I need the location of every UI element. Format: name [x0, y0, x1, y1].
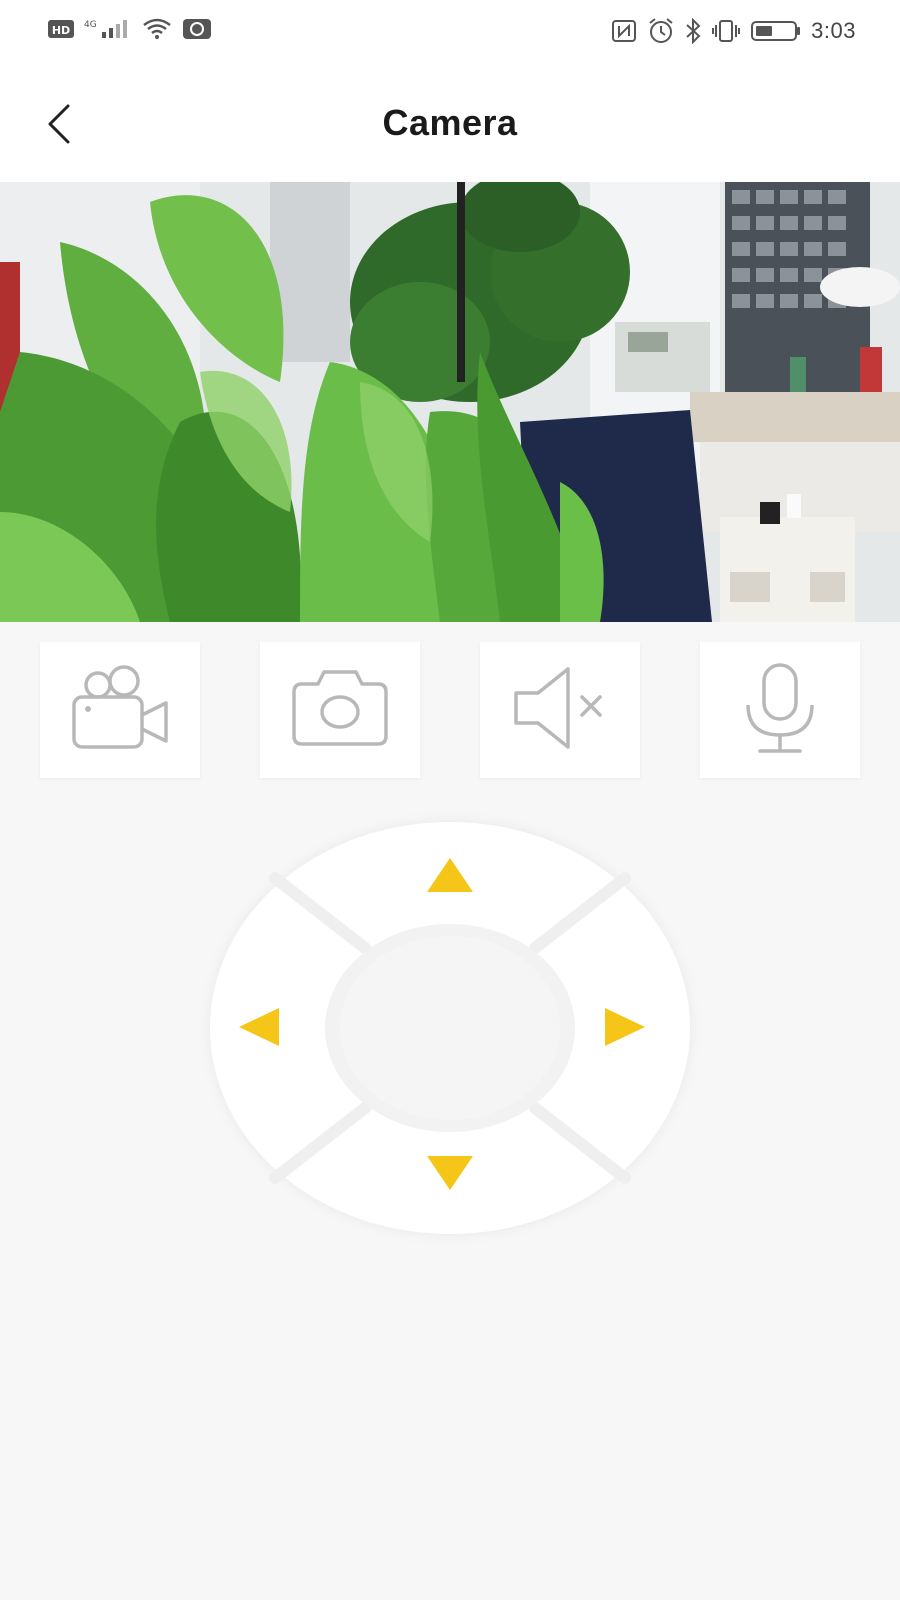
talk-button[interactable]: [700, 642, 860, 778]
status-time: 3:03: [811, 18, 856, 43]
bluetooth-icon: [685, 18, 701, 44]
svg-text:4G: 4G: [84, 20, 97, 30]
alarm-icon: [647, 18, 675, 44]
nfc-icon: [611, 19, 637, 43]
video-camera-icon: [68, 663, 172, 758]
speaker-muted-icon: [508, 663, 612, 758]
signal-icon: 4G: [84, 18, 132, 40]
pan-left-button[interactable]: [215, 938, 325, 1118]
arrow-down-icon: [425, 1154, 475, 1192]
controls-panel: [0, 622, 900, 1600]
snapshot-button[interactable]: [260, 642, 420, 778]
control-button-row: [40, 642, 860, 782]
app-header: Camera: [0, 64, 900, 182]
status-bar-left: HD 4G: [48, 18, 212, 40]
arrow-right-icon: [603, 1006, 647, 1048]
video-frame-image: [0, 182, 900, 622]
battery-icon: [751, 20, 801, 42]
data-saver-icon: [182, 18, 212, 40]
vibrate-icon: [711, 19, 741, 43]
status-bar-right: 3:03: [611, 18, 856, 44]
svg-text:HD: HD: [52, 24, 70, 37]
wifi-icon: [142, 18, 172, 40]
photo-camera-icon: [288, 668, 392, 753]
mute-button[interactable]: [480, 642, 640, 778]
dpad-center[interactable]: [340, 943, 560, 1113]
pan-up-button[interactable]: [355, 828, 545, 928]
pan-right-button[interactable]: [575, 938, 685, 1118]
hd-icon: HD: [48, 19, 74, 39]
record-video-button[interactable]: [40, 642, 200, 778]
status-bar: HD 4G 3:03: [0, 0, 900, 64]
arrow-up-icon: [425, 856, 475, 894]
ptz-direction-pad: [205, 818, 695, 1238]
live-video-feed[interactable]: [0, 182, 900, 622]
microphone-icon: [740, 661, 820, 760]
pan-down-button[interactable]: [355, 1128, 545, 1228]
arrow-left-icon: [237, 1006, 281, 1048]
page-title: Camera: [382, 102, 518, 143]
